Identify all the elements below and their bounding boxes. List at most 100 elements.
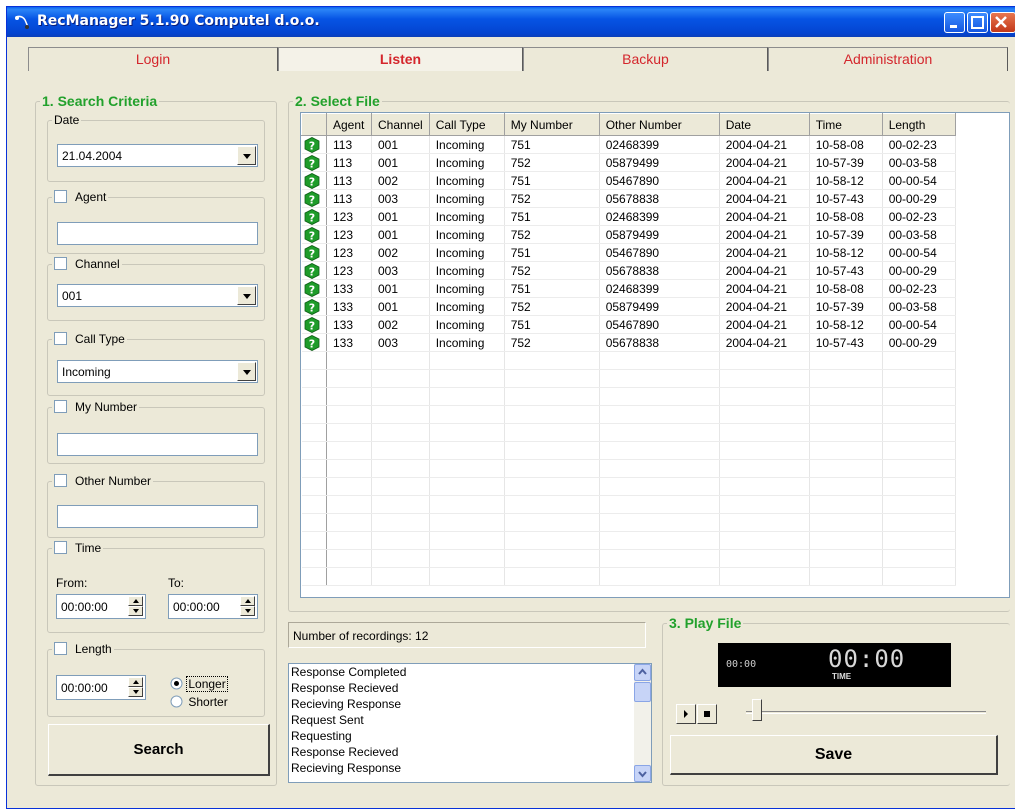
save-button[interactable]: Save	[670, 735, 998, 775]
table-cell: 113	[326, 135, 372, 154]
table-cell	[326, 423, 372, 442]
table-cell	[429, 477, 505, 496]
table-cell	[504, 567, 600, 586]
recordings-count: Number of recordings: 12	[288, 622, 646, 648]
column-header[interactable]: Call Type	[428, 113, 505, 136]
agent-checkbox[interactable]	[54, 190, 67, 203]
table-cell	[809, 495, 883, 514]
scroll-up-button[interactable]	[634, 664, 651, 681]
table-cell	[882, 441, 956, 460]
spin-down-icon[interactable]	[128, 606, 143, 616]
row-status-cell	[301, 531, 327, 550]
log-scrollbar[interactable]	[634, 664, 651, 782]
othernumber-input[interactable]	[57, 505, 258, 528]
longer-radio[interactable]: Longer	[170, 676, 228, 692]
spin-up-icon[interactable]	[128, 596, 143, 606]
from-time-input[interactable]: 00:00:00	[56, 594, 146, 619]
table-row[interactable]: ? 133 001 Incoming 751 02468399 2004-04-21 10-5…	[301, 279, 956, 298]
scroll-thumb[interactable]	[634, 682, 651, 702]
title-bar[interactable]: RecManager 5.1.90 Computel d.o.o.	[7, 7, 1015, 37]
table-row[interactable]: ? 113 001 Incoming 752 05879499 2004-04-21 10-5…	[301, 153, 956, 172]
app-icon	[15, 15, 29, 29]
calltype-checkbox[interactable]	[54, 332, 67, 345]
table-row[interactable]: ? 123 001 Incoming 752 05879499 2004-04-21 10-5…	[301, 225, 956, 244]
tab-login[interactable]: Login	[28, 47, 278, 71]
time-checkbox[interactable]	[54, 541, 67, 554]
table-row[interactable]: ? 133 001 Incoming 752 05879499 2004-04-21 10-5…	[301, 297, 956, 316]
table-cell: 751	[504, 279, 600, 298]
column-header[interactable]: Agent	[326, 113, 372, 136]
table-cell	[809, 369, 883, 388]
column-header[interactable]: Channel	[371, 113, 430, 136]
table-cell: 133	[326, 315, 372, 334]
mynumber-checkbox[interactable]	[54, 400, 67, 413]
scroll-down-button[interactable]	[634, 765, 651, 782]
table-cell: Incoming	[429, 171, 505, 190]
table-cell: 2004-04-21	[719, 261, 810, 280]
length-input[interactable]: 00:00:00	[56, 675, 146, 700]
length-checkbox[interactable]	[54, 642, 67, 655]
to-time-input[interactable]: 00:00:00	[168, 594, 258, 619]
stop-button[interactable]	[697, 704, 717, 724]
table-cell: 05879499	[599, 297, 720, 316]
column-header[interactable]: Other Number	[598, 113, 720, 136]
column-header[interactable]: Date	[718, 113, 810, 136]
table-cell	[882, 549, 956, 568]
play-button[interactable]	[676, 704, 696, 724]
tab-backup[interactable]: Backup	[523, 47, 768, 71]
maximize-button[interactable]	[967, 12, 988, 33]
tab-listen[interactable]: Listen	[278, 47, 523, 71]
chevron-down-icon[interactable]	[237, 362, 256, 381]
agent-input[interactable]	[57, 222, 258, 245]
chevron-down-icon[interactable]	[237, 146, 256, 165]
table-cell	[719, 441, 810, 460]
mynumber-input[interactable]	[57, 433, 258, 456]
column-header[interactable]: Length	[881, 113, 956, 136]
recordings-grid[interactable]: Agent Channel Call Type My Number Other Numb…	[300, 112, 1010, 598]
calltype-select[interactable]: Incoming	[57, 360, 258, 383]
row-status-cell	[301, 495, 327, 514]
table-cell	[809, 423, 883, 442]
seek-slider-thumb[interactable]	[752, 699, 762, 721]
spin-up-icon[interactable]	[128, 677, 143, 687]
table-row[interactable]: ? 123 002 Incoming 751 05467890 2004-04-21 10-5…	[301, 243, 956, 262]
table-row[interactable]: ? 133 003 Incoming 752 05678838 2004-04-21 10-5…	[301, 333, 956, 352]
table-cell	[429, 567, 505, 586]
channel-select[interactable]: 001	[57, 284, 258, 307]
row-status-cell	[301, 549, 327, 568]
column-header[interactable]: My Number	[503, 113, 600, 136]
table-cell	[599, 549, 720, 568]
search-button[interactable]: Search	[48, 724, 270, 776]
table-cell: 123	[326, 225, 372, 244]
spin-up-icon[interactable]	[240, 596, 255, 606]
column-header[interactable]: Time	[808, 113, 883, 136]
tab-administration[interactable]: Administration	[768, 47, 1008, 71]
table-row[interactable]: ? 113 003 Incoming 752 05678838 2004-04-21 10-5…	[301, 189, 956, 208]
table-row[interactable]: ? 123 001 Incoming 751 02468399 2004-04-21 10-5…	[301, 207, 956, 226]
date-select[interactable]: 21.04.2004	[57, 144, 258, 167]
seek-track[interactable]	[746, 711, 986, 714]
chevron-down-icon[interactable]	[237, 286, 256, 305]
table-row[interactable]: ? 133 002 Incoming 751 05467890 2004-04-21 10-5…	[301, 315, 956, 334]
log-list[interactable]: Response Completed Response Recieved Recie…	[288, 663, 652, 783]
shorter-label: Shorter	[188, 695, 228, 709]
close-button[interactable]	[990, 12, 1015, 33]
shorter-radio[interactable]: Shorter	[170, 695, 230, 709]
table-cell	[599, 459, 720, 478]
table-cell	[809, 549, 883, 568]
channel-checkbox[interactable]	[54, 257, 67, 270]
spin-down-icon[interactable]	[128, 687, 143, 697]
table-row[interactable]: ? 113 002 Incoming 751 05467890 2004-04-21 10-5…	[301, 171, 956, 190]
table-row[interactable]: ? 123 003 Incoming 752 05678838 2004-04-21 10-5…	[301, 261, 956, 280]
spin-down-icon[interactable]	[240, 606, 255, 616]
table-cell: 113	[326, 189, 372, 208]
table-row[interactable]: ? 113 001 Incoming 751 02468399 2004-04-21 10-5…	[301, 135, 956, 154]
table-cell	[371, 351, 430, 370]
othernumber-checkbox[interactable]	[54, 474, 67, 487]
table-cell	[326, 387, 372, 406]
minimize-button[interactable]	[944, 12, 965, 33]
stop-icon	[704, 711, 710, 717]
empty-row	[301, 495, 956, 514]
table-cell	[882, 387, 956, 406]
table-cell: 02468399	[599, 279, 720, 298]
